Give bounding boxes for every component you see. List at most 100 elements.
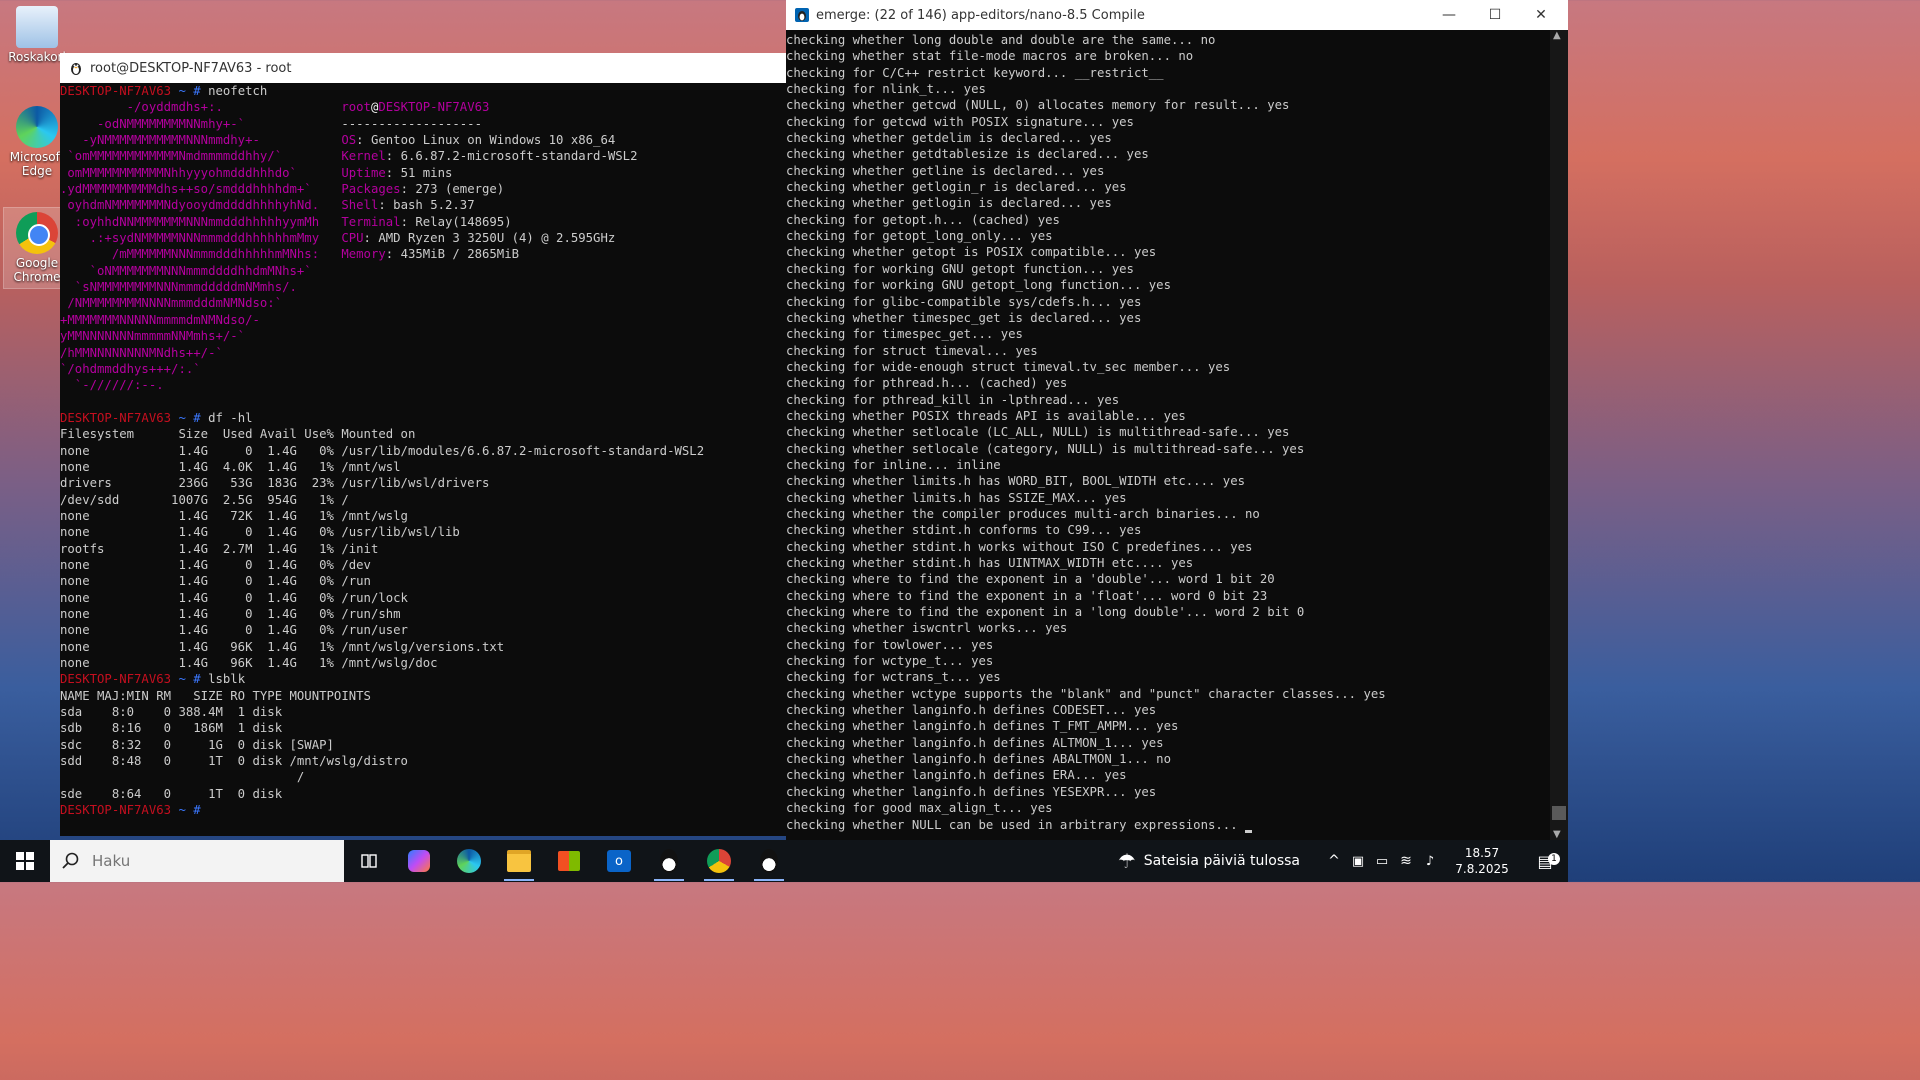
vertical-scrollbar[interactable]: ▲ ▼ [1550, 30, 1568, 840]
taskbar-file-explorer[interactable] [494, 840, 544, 882]
compile-log-line: checking for pthread_kill in -lpthread..… [786, 392, 1120, 407]
compile-log-line: checking for working GNU getopt function… [786, 261, 1134, 276]
taskbar-outlook[interactable]: o [594, 840, 644, 882]
neofetch-info-colon: : [400, 214, 416, 229]
df-output-line: none 1.4G 72K 1.4G 1% /mnt/wslg [60, 508, 408, 523]
neofetch-logo-row: /mMMMMMMNNNmmmdddhhhhhmMNhs: [60, 247, 342, 262]
taskbar-copilot[interactable] [394, 840, 444, 882]
neofetch-line: :oyhhdNNMMMMMMMNNNmmdddhhhhhyymMh Termin… [60, 214, 786, 230]
neofetch-line: /mMMMMMMNNNmmmdddhhhhhmMNhs: Memory: 435… [60, 246, 786, 262]
taskbar-search[interactable] [50, 840, 344, 882]
df-output-line: none 1.4G 0 1.4G 0% /dev [60, 557, 371, 572]
neofetch-logo-row: .ydMMMMMMMMMMdhs++so/smdddhhhhdm+` [60, 182, 342, 197]
neofetch-info-key: Uptime [341, 165, 386, 180]
neofetch-logo-row: -yNMMMMMMMMMMMNNNmmdhy+- [60, 133, 342, 148]
prompt-line: DESKTOP-NF7AV63 ~ # df -hl [60, 410, 786, 426]
compile-log-line: checking whether limits.h has SSIZE_MAX.… [786, 490, 1127, 505]
lsblk-output-line: sde 8:64 0 1T 0 disk [60, 786, 283, 801]
df-output-line: rootfs 1.4G 2.7M 1.4G 1% /init [60, 541, 379, 556]
taskbar-store[interactable] [544, 840, 594, 882]
compile-log-line: checking whether the compiler produces m… [786, 506, 1260, 521]
scroll-up-icon[interactable]: ▲ [1553, 30, 1561, 41]
scrollbar-thumb[interactable] [1552, 806, 1566, 820]
search-input[interactable] [90, 851, 334, 871]
neofetch-logo-row: `/ohdmmddhys+++/:.` [60, 361, 342, 376]
meet-now-icon[interactable]: ▣ [1346, 854, 1370, 869]
compile-log-line: checking whether getlogin is declared...… [786, 196, 1112, 211]
df-output-line: drivers 236G 53G 183G 23% /usr/lib/wsl/d… [60, 476, 490, 491]
neofetch-info-value: bash 5.2.37 [393, 198, 475, 213]
neofetch-info-key: Shell [341, 198, 379, 213]
task-view-button[interactable] [344, 840, 394, 882]
neofetch-logo-row: /NMMMMMMMMNNNNmmmdddmNMNdso:` [60, 296, 342, 311]
terminal-window-left[interactable]: root@DESKTOP-NF7AV63 - root DESKTOP-NF7A… [60, 53, 786, 836]
tray-overflow-icon[interactable]: ^ [1322, 853, 1346, 869]
lsblk-output-line: sda 8:0 0 388.4M 1 disk [60, 705, 283, 720]
edge-icon [457, 849, 481, 873]
taskbar-edge[interactable] [444, 840, 494, 882]
compile-log-line: checking for wctrans_t... yes [786, 670, 1001, 685]
recycle-bin-icon [16, 6, 58, 48]
weather-widget[interactable]: ☂ Sateisia päiviä tulossa [1118, 849, 1300, 873]
start-button[interactable] [0, 840, 50, 882]
compile-log-line: checking whether getcwd (NULL, 0) alloca… [786, 98, 1290, 113]
compile-log-line: checking whether langinfo.h defines ERA.… [786, 768, 1127, 783]
terminal-content[interactable]: checking whether long double and double … [786, 32, 1550, 840]
neofetch-logo-row: `-//////:--. [60, 378, 342, 393]
battery-icon[interactable]: ▭ [1370, 854, 1394, 869]
folder-icon [507, 850, 531, 872]
compile-log-line: checking for towlower... yes [786, 637, 994, 652]
df-output-line: none 1.4G 4.0K 1.4G 1% /mnt/wsl [60, 459, 401, 474]
terminal-cursor [1245, 829, 1253, 833]
clock[interactable]: 18.57 7.8.2025 [1442, 845, 1522, 877]
neofetch-info-value: AMD Ryzen 3 3250U (4) @ 2.595GHz [378, 231, 616, 246]
notification-center-button[interactable]: ▤ 1 [1522, 852, 1568, 871]
compile-log-line: checking whether wctype supports the "bl… [786, 686, 1386, 701]
chrome-icon [16, 212, 58, 254]
wifi-icon[interactable]: ≋ [1394, 853, 1418, 869]
neofetch-logo-row: -/oyddmdhs+:. [60, 100, 342, 115]
minimize-button[interactable]: — [1426, 0, 1472, 30]
terminal-content[interactable]: DESKTOP-NF7AV63 ~ # neofetch -/oyddmdhs+… [60, 83, 786, 836]
df-output-line: none 1.4G 0 1.4G 0% /usr/lib/modules/6.6… [60, 443, 705, 458]
neofetch-line: `oNMMMMMMMNNNmmmddddhhdmMNhs+` [60, 263, 786, 279]
neofetch-logo-row: oyhdmNMMMMMMMNdyooydmddddhhhhyhNd. [60, 198, 342, 213]
neofetch-line: +MMMMMMMNNNNNmmmmdmNMNdso/- [60, 312, 786, 328]
tux-icon [71, 63, 81, 75]
df-output-line: none 1.4G 0 1.4G 0% /run [60, 574, 371, 589]
neofetch-info-key: Memory [341, 247, 386, 262]
compile-log-line: checking for working GNU getopt_long fun… [786, 278, 1171, 293]
maximize-button[interactable]: ☐ [1472, 0, 1518, 30]
taskbar-wsl-terminal-2[interactable] [744, 840, 794, 882]
neofetch-info-key: Packages [341, 182, 401, 197]
compile-log-line: checking where to find the exponent in a… [786, 588, 1268, 603]
neofetch-line: oyhdmNMMMMMMMNdyooydmddddhhhhyhNd. Shell… [60, 197, 786, 213]
neofetch-logo-row: -odNMMMMMMMMNNmhy+-` [60, 116, 342, 131]
neofetch-line: yMMNNNNNNNmmmmmNNMmhs+/-` [60, 328, 786, 344]
volume-icon[interactable]: ♪ [1418, 854, 1442, 869]
terminal-window-right[interactable]: emerge: (22 of 146) app-editors/nano-8.5… [786, 0, 1568, 840]
prompt-host: DESKTOP-NF7AV63 [60, 84, 172, 98]
neofetch-line: /NMMMMMMMMNNNNmmmdddmNMNdso:` [60, 295, 786, 311]
compile-log-line: checking whether langinfo.h defines ALTM… [786, 735, 1164, 750]
prompt-line: DESKTOP-NF7AV63 ~ # [60, 802, 786, 818]
compile-log-line: checking whether langinfo.h defines T_FM… [786, 719, 1179, 734]
prompt-line: DESKTOP-NF7AV63 ~ # lsblk [60, 671, 786, 687]
neofetch-logo-row: .:+sydNMMMMMNNNmmmdddhhhhhhmMmy [60, 231, 342, 246]
taskbar-chrome[interactable] [694, 840, 744, 882]
scroll-down-icon[interactable]: ▼ [1553, 829, 1561, 840]
window-titlebar[interactable]: root@DESKTOP-NF7AV63 - root [60, 53, 786, 83]
compile-log-line: checking for getopt.h... (cached) yes [786, 212, 1060, 227]
compile-log-line: checking whether getdtablesize is declar… [786, 147, 1149, 162]
neofetch-logo-row: /hMMNNNNNNNNMNdhs++/-` [60, 345, 342, 360]
desktop-icon-label: Google Chrome [13, 256, 61, 284]
compile-log-line: checking whether NULL can be used in arb… [786, 817, 1550, 833]
compile-log-line: checking whether langinfo.h defines ABAL… [786, 752, 1171, 767]
df-output-line: Filesystem Size Used Avail Use% Mounted … [60, 427, 416, 442]
taskbar-wsl-terminal-1[interactable] [644, 840, 694, 882]
close-button[interactable]: ✕ [1518, 0, 1564, 30]
neofetch-logo-row: `oNMMMMMMMNNNmmmddddhhdmMNhs+` [60, 263, 342, 278]
neofetch-info-value: Gentoo Linux on Windows 10 x86_64 [370, 133, 616, 148]
window-titlebar[interactable]: emerge: (22 of 146) app-editors/nano-8.5… [786, 0, 1568, 30]
